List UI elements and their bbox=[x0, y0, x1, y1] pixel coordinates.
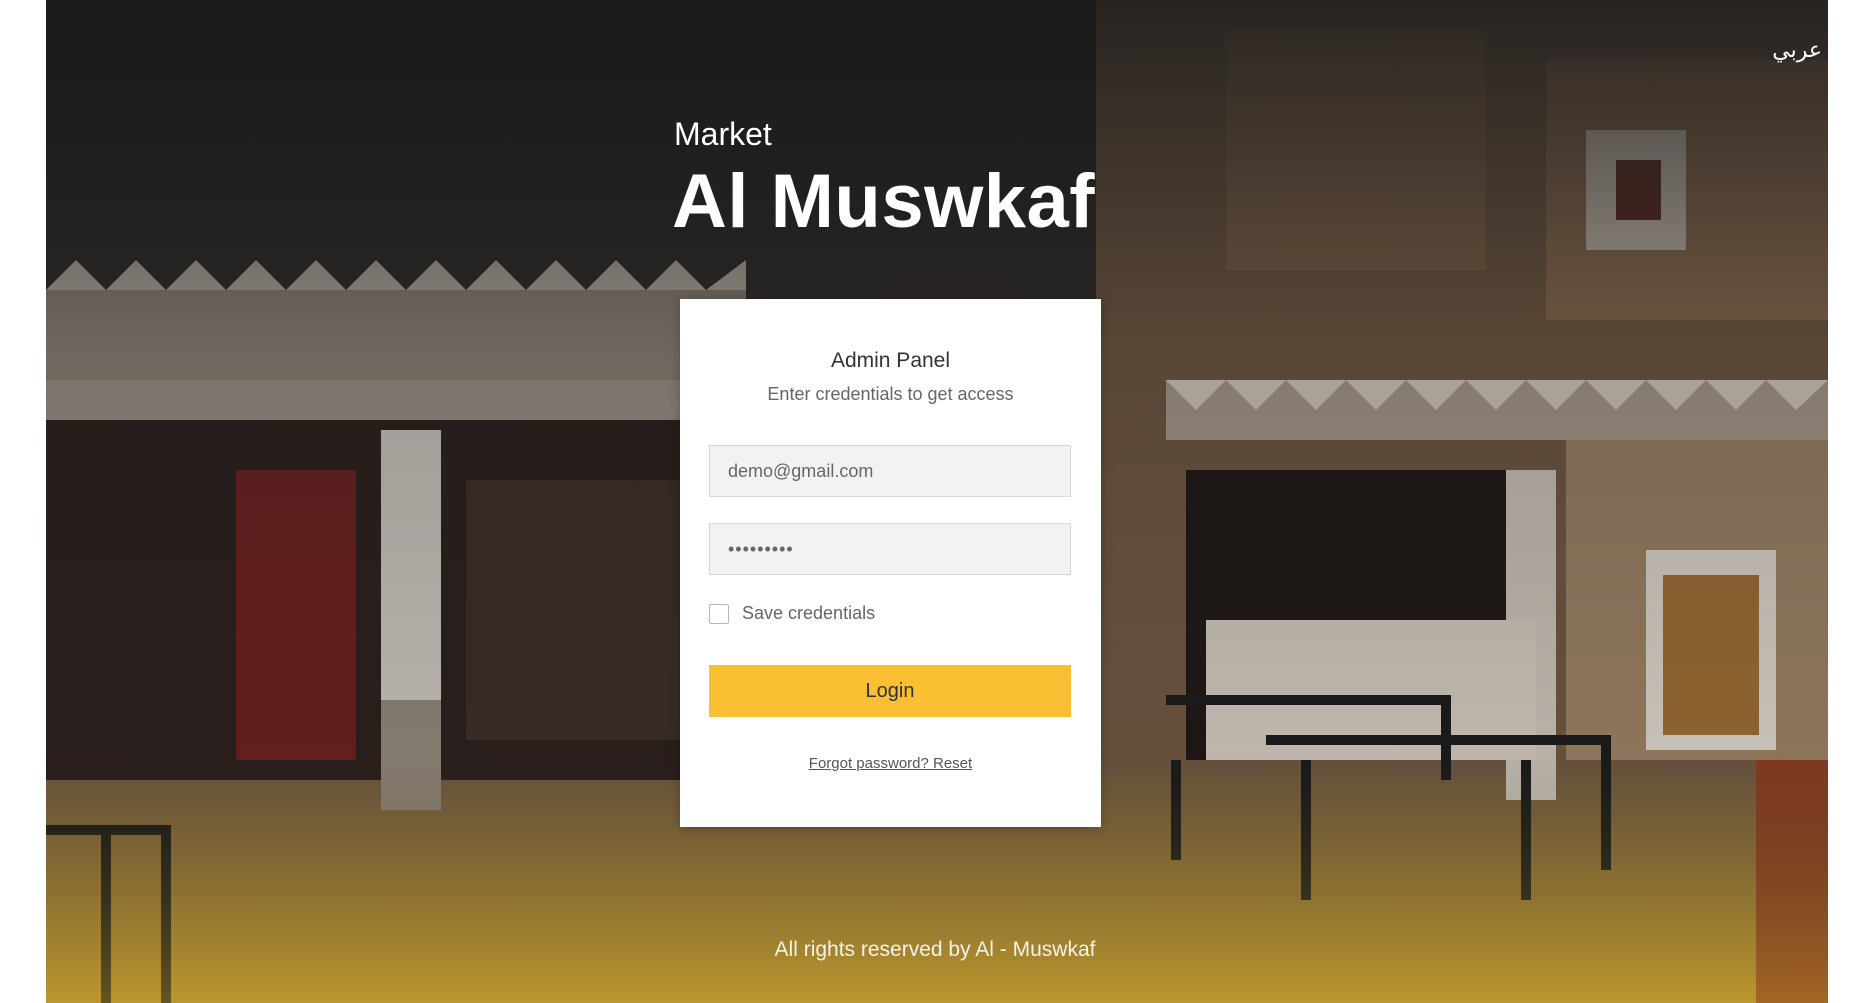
card-subtitle: Enter credentials to get access bbox=[767, 384, 1014, 404]
password-field[interactable] bbox=[709, 523, 1071, 575]
brand: Market Al Muswkaf bbox=[672, 118, 1095, 240]
login-page: عربي Market Al Muswkaf Admin Panel Enter… bbox=[0, 0, 1870, 1003]
save-credentials-label: Save credentials bbox=[742, 603, 876, 623]
email-field[interactable] bbox=[709, 445, 1071, 497]
language-toggle[interactable]: عربي bbox=[1772, 38, 1822, 63]
forgot-password-link[interactable]: Forgot password? Reset bbox=[680, 755, 1101, 772]
brand-title: Al Muswkaf bbox=[672, 159, 1096, 244]
footer-copyright: All rights reserved by Al - Muswkaf bbox=[774, 938, 1096, 961]
save-credentials-toggle[interactable]: Save credentials bbox=[709, 603, 875, 624]
brand-subtitle: Market bbox=[674, 116, 772, 152]
login-button[interactable]: Login bbox=[709, 665, 1071, 717]
card-title: Admin Panel bbox=[830, 349, 951, 372]
login-card: Admin Panel Enter credentials to get acc… bbox=[680, 299, 1101, 827]
checkbox-unchecked-icon[interactable] bbox=[709, 603, 729, 624]
